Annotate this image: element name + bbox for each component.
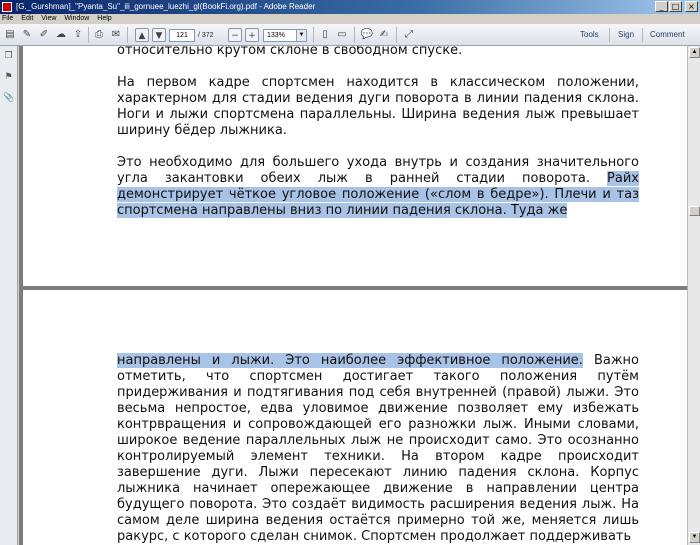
page-total: / 372 [198,32,214,39]
scrollbar-thumb[interactable] [689,206,700,216]
chevron-down-icon[interactable]: ▼ [296,30,306,41]
pdf-page: относительно крутом склоне в свободном с… [23,46,687,286]
edit-icon[interactable]: ✐ [37,28,51,42]
share-icon[interactable]: ⇪ [71,28,85,42]
toolbar: ▤ ✎ ✐ ☁ ⇪ ⎙ ✉ ▲ ▼ 121 / 372 − + 133% ▼ ▯… [0,24,700,46]
page-thumbnails-icon[interactable]: ❐ [3,50,14,63]
page-text-line: относительно крутом склоне в свободном с… [117,46,463,58]
page-paragraph: направлены и лыжи. Это наиболее эффектив… [117,353,639,545]
page-paragraph: Это необходимо для большего ухода внутрь… [117,155,639,219]
scroll-mode-icon[interactable]: ▭ [335,28,349,42]
fit-page-icon[interactable]: ▯ [318,28,332,42]
close-button[interactable]: × [685,1,698,12]
zoom-select[interactable]: 133% ▼ [263,29,307,42]
scroll-up-arrow-icon[interactable]: ▲ [689,47,700,58]
paragraph-text: Важно отметить, что спортсмен достигает … [117,353,639,544]
adobe-reader-icon [2,2,12,12]
navigation-pane: ❐ ⚑ 📎 [0,46,18,545]
cloud-icon[interactable]: ☁ [54,28,68,42]
page-number-input[interactable]: 121 [169,29,195,42]
print-icon[interactable]: ⎙ [92,28,106,42]
email-icon[interactable]: ✉ [109,28,123,42]
next-page-icon[interactable]: ▼ [152,28,166,42]
maximize-button[interactable]: □ [669,1,682,12]
tools-button[interactable]: Tools [580,28,599,42]
previous-page-icon[interactable]: ▲ [135,28,149,42]
zoom-value: 133% [267,32,285,39]
create-pdf-icon[interactable]: ✎ [20,28,34,42]
document-view[interactable]: относительно крутом склоне в свободном с… [19,46,687,545]
pdf-page: направлены и лыжи. Это наиболее эффектив… [23,290,687,545]
page-paragraph: На первом кадре спортсмен находится в кл… [117,75,639,138]
sign-button[interactable]: Sign [618,28,634,42]
selected-text: направлены и лыжи. Это наиболее эффектив… [117,353,583,368]
comment-button[interactable]: Comment [650,28,685,42]
tool-extend-icon[interactable]: ⤢ [402,28,416,42]
attachments-icon[interactable]: 📎 [3,92,14,105]
menu-edit[interactable]: Edit [21,14,33,24]
minimize-button[interactable]: _ [655,1,668,12]
paragraph-text: Это необходимо для большего ухода внутрь… [117,155,639,186]
window-title: [G._Gurshman]_"Pyanta_Su"_ili_gornuee_lu… [16,2,316,11]
menu-bar: File Edit View Window Help [0,14,700,24]
scroll-down-arrow-icon[interactable]: ▼ [689,532,700,543]
title-bar: [G._Gurshman]_"Pyanta_Su"_ili_gornuee_lu… [0,0,700,14]
zoom-in-icon[interactable]: + [245,28,259,42]
menu-file[interactable]: File [2,14,13,24]
bookmarks-icon[interactable]: ⚑ [3,71,14,84]
vertical-scrollbar[interactable]: ▲ ▼ [687,46,700,545]
open-icon[interactable]: ▤ [3,28,17,42]
menu-window[interactable]: Window [64,14,89,24]
zoom-out-icon[interactable]: − [228,28,242,42]
menu-view[interactable]: View [41,14,56,24]
comment-bubble-icon[interactable]: 💬 [360,28,374,42]
menu-help[interactable]: Help [97,14,111,24]
highlight-icon[interactable]: ✍ [377,28,391,42]
